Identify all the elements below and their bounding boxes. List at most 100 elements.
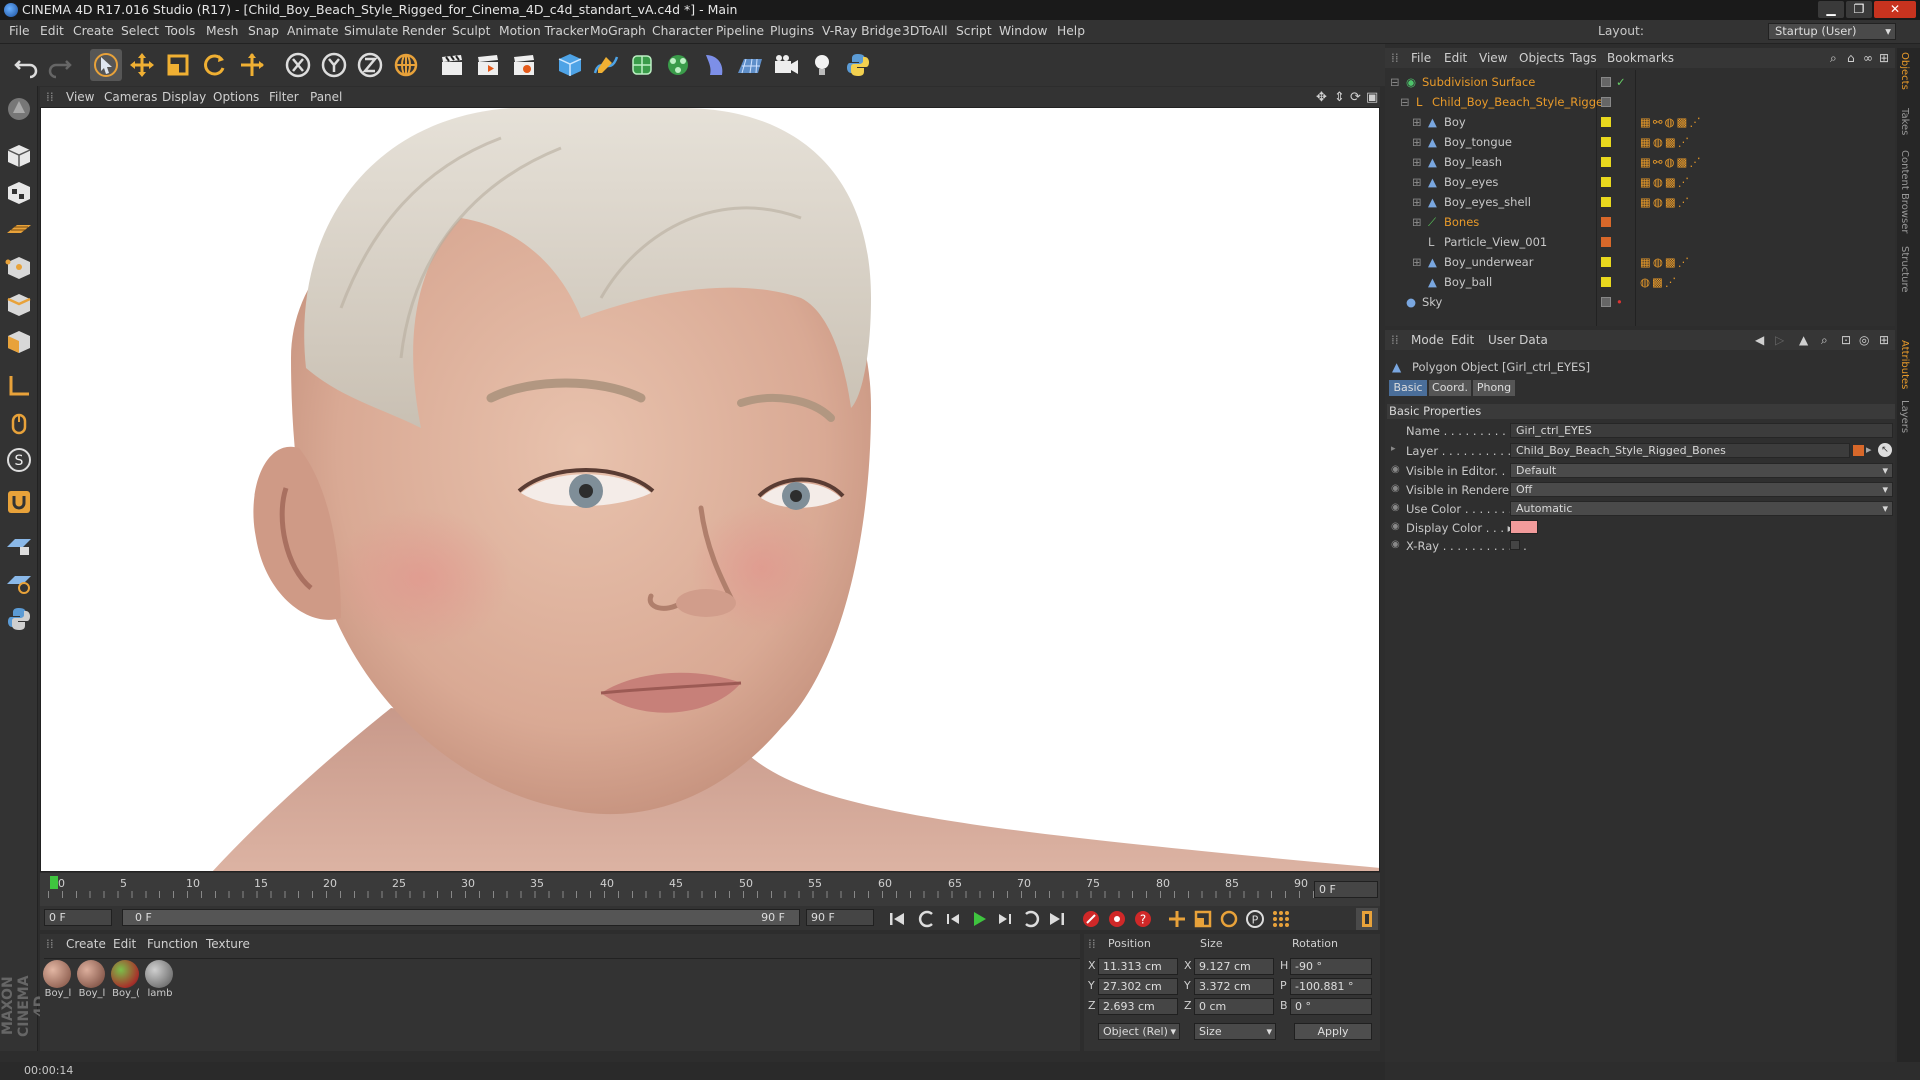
timeline-layout-button[interactable] — [1356, 908, 1378, 930]
go-to-start-button[interactable] — [886, 908, 908, 930]
arrow-up-icon[interactable]: ▲ — [1799, 333, 1808, 347]
current-frame-field[interactable]: 0 F — [1314, 881, 1378, 898]
coordinate-mode-select[interactable]: Object (Rel) ▾ — [1098, 1023, 1180, 1040]
side-tab-objects[interactable]: Objects — [1899, 52, 1910, 90]
layer-swatch[interactable] — [1601, 297, 1611, 307]
material-drag-handle-icon[interactable]: ⁞⁞ — [46, 937, 54, 951]
3d-viewport[interactable] — [40, 107, 1380, 872]
object-tags-icon[interactable]: ▦⚯◍▩⋰ — [1640, 112, 1703, 132]
key-rotation-button[interactable] — [1218, 908, 1240, 930]
close-icon[interactable]: ✕ — [1874, 1, 1916, 18]
preview-range-slider[interactable]: 0 F 90 F — [122, 909, 800, 926]
go-to-end-button[interactable] — [1046, 908, 1068, 930]
visible-in-renderer-select[interactable]: Off ▾ — [1510, 482, 1893, 497]
add-deformer-button[interactable] — [698, 49, 730, 81]
keyframe-selection-button[interactable]: ? — [1132, 908, 1154, 930]
object-row[interactable]: L Particle_View_001 — [1390, 232, 1890, 252]
polygons-mode-button[interactable] — [3, 326, 35, 358]
add-camera-button[interactable] — [770, 49, 802, 81]
object-row[interactable]: ⊞ ▲ Boy_leash ▦⚯◍▩⋰ — [1390, 152, 1890, 172]
layer-color-yellow[interactable] — [1601, 277, 1611, 287]
add-cube-button[interactable] — [554, 49, 586, 81]
menu-plugins[interactable]: Plugins — [770, 24, 814, 38]
menu-tools[interactable]: Tools — [165, 24, 195, 38]
add-floor-button[interactable] — [734, 49, 766, 81]
expand-icon[interactable]: ⊞ — [1412, 172, 1422, 192]
link-icon[interactable]: ∞ — [1863, 51, 1873, 65]
xray-checkbox[interactable] — [1510, 540, 1520, 550]
material-menu-texture[interactable]: Texture — [206, 937, 250, 951]
size-mode-select[interactable]: Size ▾ — [1194, 1023, 1276, 1040]
key-pla-button[interactable] — [1270, 908, 1292, 930]
autokeying-button[interactable] — [1106, 908, 1128, 930]
play-button[interactable] — [968, 908, 990, 930]
layer-field[interactable]: Child_Boy_Beach_Style_Rigged_Bones — [1510, 443, 1850, 458]
move-button[interactable] — [126, 49, 158, 81]
object-menu-tags[interactable]: Tags — [1570, 51, 1597, 65]
position-z-field[interactable]: 2.693 cm — [1098, 998, 1178, 1015]
y-axis-lock-button[interactable] — [318, 49, 350, 81]
collapse-icon[interactable]: ⊟ — [1400, 92, 1410, 112]
search-icon[interactable]: ⌕ — [1830, 51, 1837, 66]
object-tags-icon[interactable]: ▦⚯◍▩⋰ — [1640, 152, 1703, 172]
side-tab-attributes[interactable]: Attributes — [1899, 340, 1910, 389]
menu-help[interactable]: Help — [1057, 24, 1085, 38]
display-color-swatch[interactable] — [1510, 520, 1538, 534]
menu-render[interactable]: Render — [402, 24, 446, 38]
menu-edit[interactable]: Edit — [40, 24, 64, 38]
object-row[interactable]: ▲ Boy_ball ◍▩⋰ — [1390, 272, 1890, 292]
object-row[interactable]: ⊞ ▲ Boy_underwear ▦◍▩⋰ — [1390, 252, 1890, 272]
tweak-mode-button[interactable] — [3, 407, 35, 439]
collapse-icon[interactable]: ⊟ — [1390, 72, 1400, 92]
python-tool-button[interactable] — [3, 603, 35, 635]
rotate-button[interactable] — [198, 49, 230, 81]
world-coordinates-button[interactable] — [390, 49, 422, 81]
object-menu-objects[interactable]: Objects — [1519, 51, 1564, 65]
object-row[interactable]: ⊞ ▲ Boy_eyes_shell ▦◍▩⋰ — [1390, 192, 1890, 212]
minimize-icon[interactable]: ▁ — [1818, 1, 1844, 18]
rotation-h-field[interactable]: -90 ° — [1290, 958, 1372, 975]
live-selection-button[interactable] — [90, 49, 122, 81]
material-menu-function[interactable]: Function — [147, 937, 198, 951]
object-tags-icon[interactable]: ▦◍▩⋰ — [1640, 172, 1691, 192]
object-row[interactable]: ⊞ ▲ Boy ▦⚯◍▩⋰ — [1390, 112, 1890, 132]
objects-drag-handle-icon[interactable]: ⁞⁞ — [1391, 51, 1399, 65]
axis-mode-button[interactable] — [3, 370, 35, 402]
scale-button[interactable] — [162, 49, 194, 81]
menu-snap[interactable]: Snap — [248, 24, 279, 38]
add-spline-button[interactable] — [590, 49, 622, 81]
material-swatch[interactable]: lamb — [145, 960, 175, 1004]
layer-color-yellow[interactable] — [1601, 157, 1611, 167]
side-tab-content-browser[interactable]: Content Browser — [1899, 150, 1910, 233]
layer-color-orange[interactable] — [1601, 237, 1611, 247]
record-keys-button[interactable] — [1080, 908, 1102, 930]
tab-phong[interactable]: Phong — [1473, 380, 1515, 396]
name-field[interactable]: Girl_ctrl_EYES — [1510, 423, 1893, 438]
points-mode-button[interactable] — [3, 252, 35, 284]
layer-color-orange[interactable] — [1601, 217, 1611, 227]
render-view-button[interactable] — [436, 49, 468, 81]
object-menu-edit[interactable]: Edit — [1444, 51, 1467, 65]
tab-coord[interactable]: Coord. — [1429, 380, 1471, 396]
object-tags-icon[interactable]: ▦◍▩⋰ — [1640, 252, 1691, 272]
rotation-b-field[interactable]: 0 ° — [1290, 998, 1372, 1015]
key-position-button[interactable] — [1166, 908, 1188, 930]
maximize-icon[interactable]: ❐ — [1846, 1, 1872, 18]
menu-pipeline[interactable]: Pipeline — [716, 24, 764, 38]
animate-radio-icon[interactable]: ◉ — [1391, 502, 1400, 513]
menu-mesh[interactable]: Mesh — [206, 24, 238, 38]
position-y-field[interactable]: 27.302 cm — [1098, 978, 1178, 995]
object-tags-icon[interactable]: ◍▩⋰ — [1640, 272, 1678, 292]
timeline-ruler[interactable]: 0 5 10 15 20 25 30 35 40 45 50 55 60 65 … — [40, 873, 1380, 906]
size-y-field[interactable]: 3.372 cm — [1194, 978, 1274, 995]
menu-window[interactable]: Window — [999, 24, 1048, 38]
layer-color-yellow[interactable] — [1601, 197, 1611, 207]
workplane-axis-button[interactable] — [3, 566, 35, 598]
menu-create[interactable]: Create — [73, 24, 114, 38]
undo-button[interactable] — [10, 49, 42, 81]
render-picture-viewer-button[interactable] — [472, 49, 504, 81]
coords-drag-handle-icon[interactable]: ⁞⁞ — [1088, 937, 1096, 951]
visible-in-editor-select[interactable]: Default ▾ — [1510, 463, 1893, 478]
previous-frame-button[interactable] — [942, 908, 964, 930]
previous-key-button[interactable] — [916, 908, 938, 930]
